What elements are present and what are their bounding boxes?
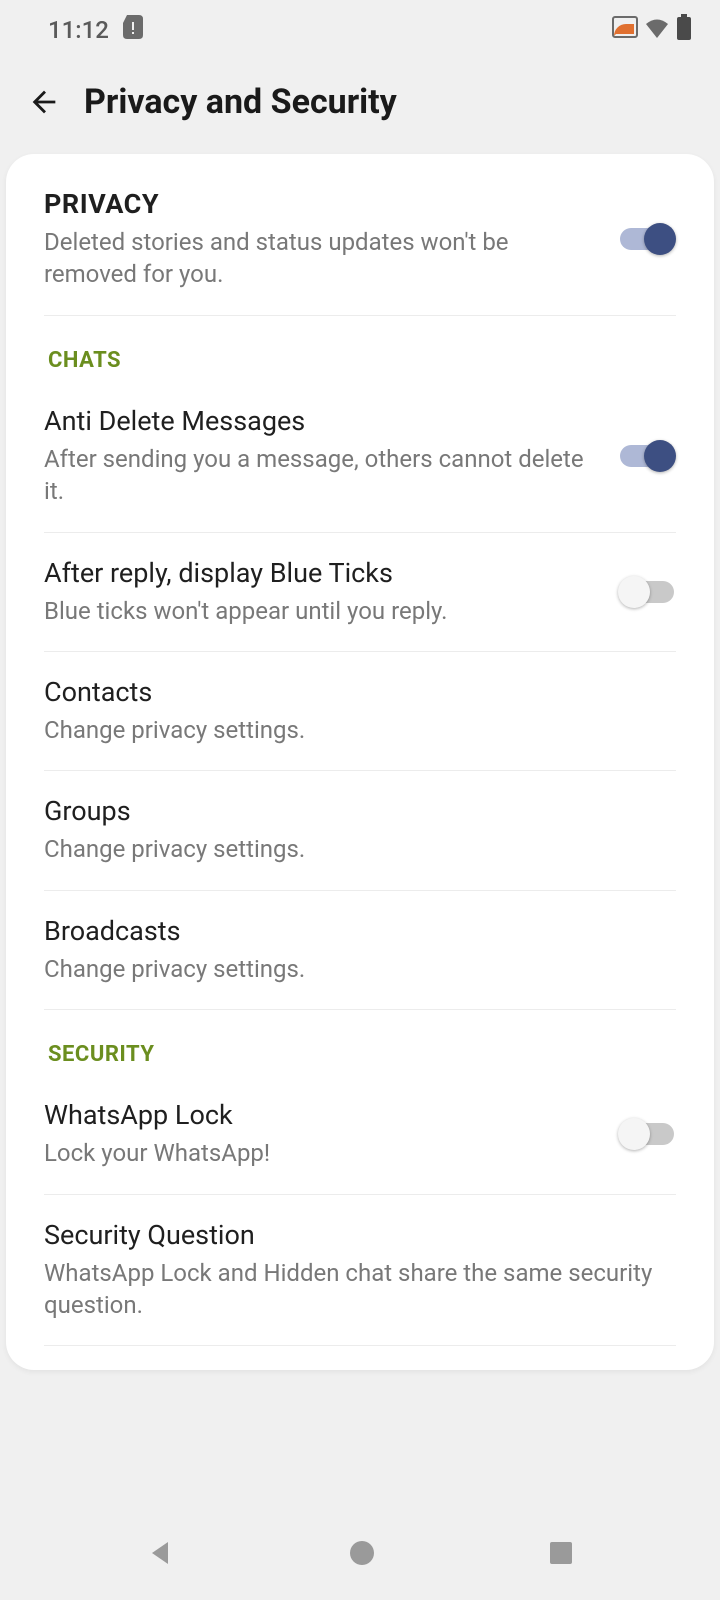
- circle-home-icon: [348, 1539, 376, 1567]
- groups-desc: Change privacy settings.: [44, 833, 656, 865]
- security-question-desc: WhatsApp Lock and Hidden chat share the …: [44, 1257, 656, 1322]
- whatsapp-lock-toggle[interactable]: [618, 1118, 676, 1150]
- status-time: 11:12: [48, 16, 109, 44]
- security-question-title: Security Question: [44, 1219, 656, 1251]
- blue-ticks-desc: Blue ticks won't appear until you reply.: [44, 595, 598, 627]
- divider: [44, 1345, 676, 1346]
- contacts-title: Contacts: [44, 676, 656, 708]
- broadcasts-row[interactable]: Broadcasts Change privacy settings.: [6, 891, 714, 1009]
- nav-back-button[interactable]: [146, 1538, 176, 1572]
- page-title: Privacy and Security: [84, 82, 397, 122]
- privacy-deleted-stories-desc: Deleted stories and status updates won't…: [44, 226, 598, 291]
- system-nav-bar: [0, 1510, 720, 1600]
- battery-icon: [676, 14, 692, 46]
- blue-ticks-row[interactable]: After reply, display Blue Ticks Blue tic…: [6, 533, 714, 651]
- broadcasts-desc: Change privacy settings.: [44, 953, 656, 985]
- privacy-heading: PRIVACY: [44, 188, 598, 220]
- groups-title: Groups: [44, 795, 656, 827]
- sim-alert-icon: [123, 15, 143, 45]
- cast-icon: [612, 16, 638, 44]
- status-bar: 11:12: [0, 0, 720, 60]
- back-button[interactable]: [24, 82, 64, 122]
- settings-card: PRIVACY Deleted stories and status updat…: [6, 154, 714, 1370]
- arrow-left-icon: [27, 85, 61, 119]
- chats-heading: CHATS: [6, 316, 714, 381]
- nav-home-button[interactable]: [348, 1539, 376, 1571]
- whatsapp-lock-title: WhatsApp Lock: [44, 1099, 598, 1131]
- groups-row[interactable]: Groups Change privacy settings.: [6, 771, 714, 889]
- nav-recent-button[interactable]: [548, 1540, 574, 1570]
- security-heading: SECURITY: [6, 1010, 714, 1075]
- whatsapp-lock-row[interactable]: WhatsApp Lock Lock your WhatsApp!: [6, 1075, 714, 1193]
- blue-ticks-title: After reply, display Blue Ticks: [44, 557, 598, 589]
- broadcasts-title: Broadcasts: [44, 915, 656, 947]
- anti-delete-desc: After sending you a message, others cann…: [44, 443, 598, 508]
- contacts-desc: Change privacy settings.: [44, 714, 656, 746]
- app-header: Privacy and Security: [0, 60, 720, 154]
- security-question-row[interactable]: Security Question WhatsApp Lock and Hidd…: [6, 1195, 714, 1346]
- wifi-icon: [644, 16, 670, 44]
- privacy-deleted-stories-row[interactable]: PRIVACY Deleted stories and status updat…: [6, 164, 714, 315]
- contacts-row[interactable]: Contacts Change privacy settings.: [6, 652, 714, 770]
- square-recent-icon: [548, 1540, 574, 1566]
- anti-delete-toggle[interactable]: [618, 440, 676, 472]
- whatsapp-lock-desc: Lock your WhatsApp!: [44, 1137, 598, 1169]
- anti-delete-title: Anti Delete Messages: [44, 405, 598, 437]
- privacy-deleted-stories-toggle[interactable]: [618, 223, 676, 255]
- anti-delete-row[interactable]: Anti Delete Messages After sending you a…: [6, 381, 714, 532]
- triangle-back-icon: [146, 1538, 176, 1568]
- blue-ticks-toggle[interactable]: [618, 576, 676, 608]
